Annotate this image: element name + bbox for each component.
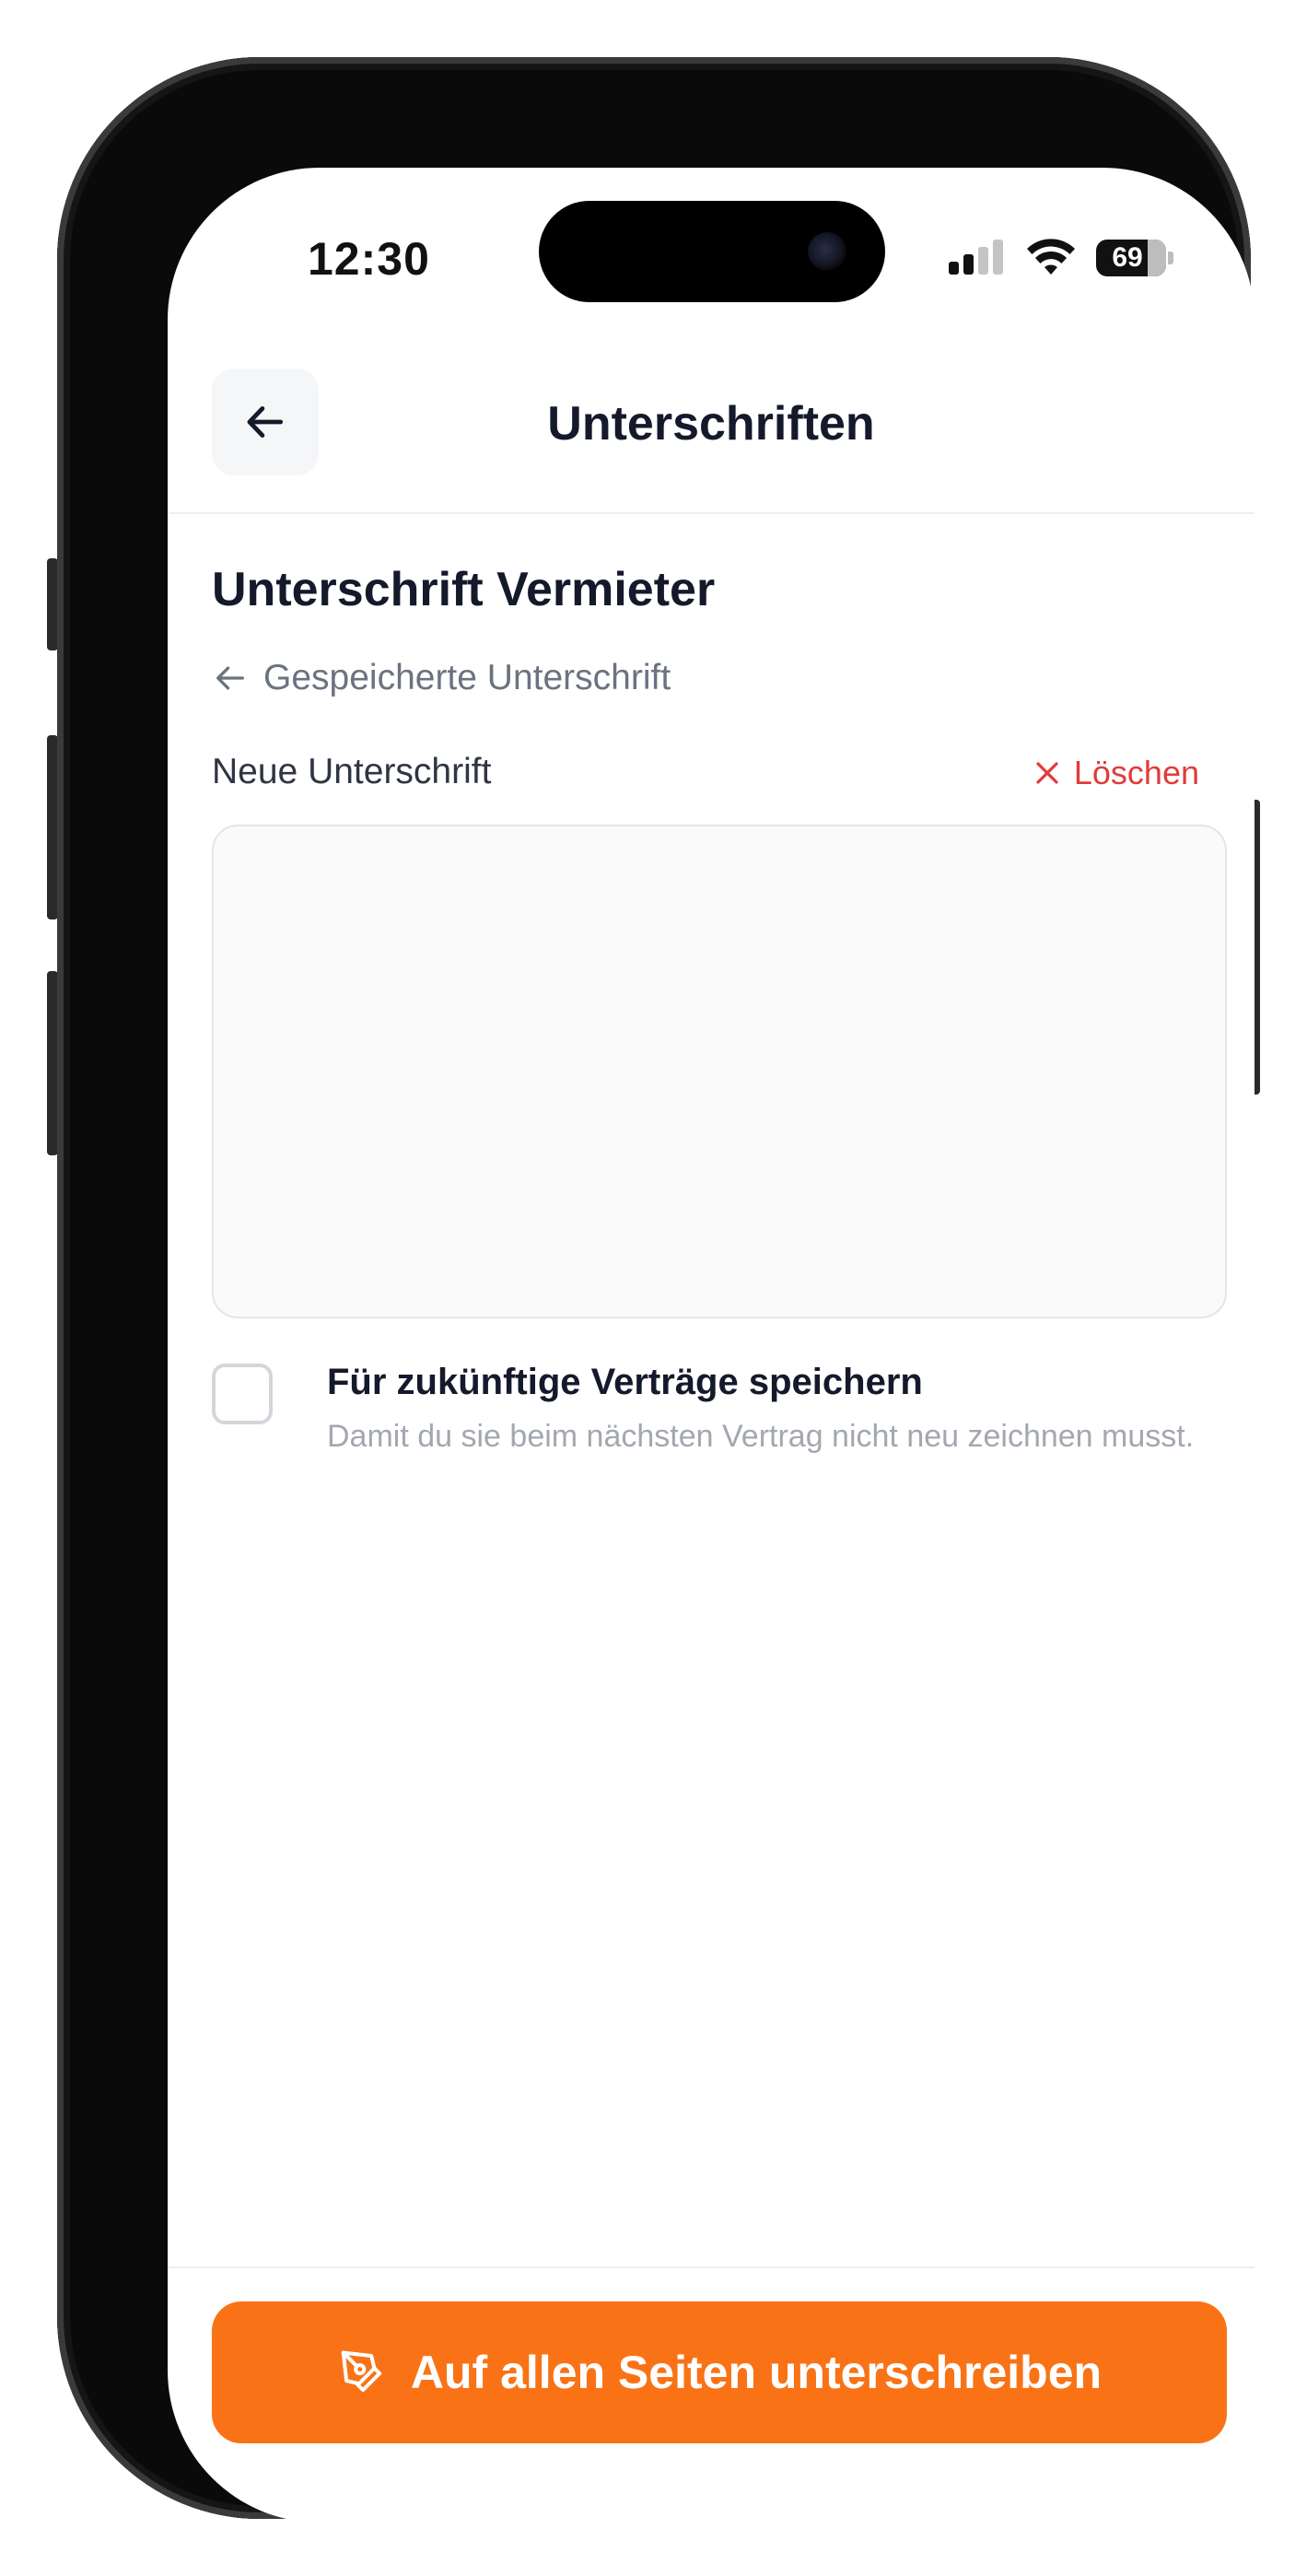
dynamic-island — [539, 201, 885, 302]
phone-frame: 12:30 69 Unterschriften Unterschrift Ver… — [57, 57, 1254, 2523]
battery-cap — [1168, 252, 1173, 264]
wifi-icon — [1027, 239, 1075, 275]
camera-icon — [808, 232, 846, 271]
page-title: Unterschriften — [547, 397, 875, 451]
save-signature-checkbox[interactable] — [212, 1364, 273, 1424]
saved-signature-link[interactable]: Gespeicherte Unterschrift — [212, 658, 671, 698]
device-stage: 12:30 69 Unterschriften Unterschrift Ver… — [0, 0, 1307, 2576]
close-icon — [1036, 762, 1058, 784]
arrow-left-icon — [216, 666, 244, 690]
cellular-signal-icon — [949, 240, 1006, 276]
pen-tool-icon — [341, 2350, 382, 2393]
battery-level: 69 — [1112, 242, 1143, 273]
new-signature-label: Neue Unterschrift — [212, 752, 492, 791]
sign-all-pages-label: Auf allen Seiten unterschreiben — [410, 2347, 1103, 2398]
header-divider — [168, 512, 1254, 514]
section-title: Unterschrift Vermieter — [212, 563, 716, 616]
save-signature-label: Für zukünftige Verträge speichern — [327, 1362, 923, 1402]
clear-signature-button[interactable]: Löschen — [1033, 754, 1199, 792]
clear-label: Löschen — [1073, 754, 1199, 791]
status-time: 12:30 — [308, 233, 430, 285]
signature-pad[interactable] — [212, 825, 1227, 1318]
home-indicator — [586, 2486, 836, 2495]
sign-all-pages-button[interactable]: Auf allen Seiten unterschreiben — [212, 2301, 1227, 2443]
save-signature-description: Damit du sie beim nächsten Vertrag nicht… — [327, 1419, 1195, 1454]
phone-screen: 12:30 69 Unterschriften Unterschrift Ver… — [168, 168, 1254, 2523]
footer-divider — [168, 2266, 1254, 2268]
battery-icon: 69 — [1096, 240, 1166, 276]
saved-signature-label: Gespeicherte Unterschrift — [263, 658, 671, 697]
